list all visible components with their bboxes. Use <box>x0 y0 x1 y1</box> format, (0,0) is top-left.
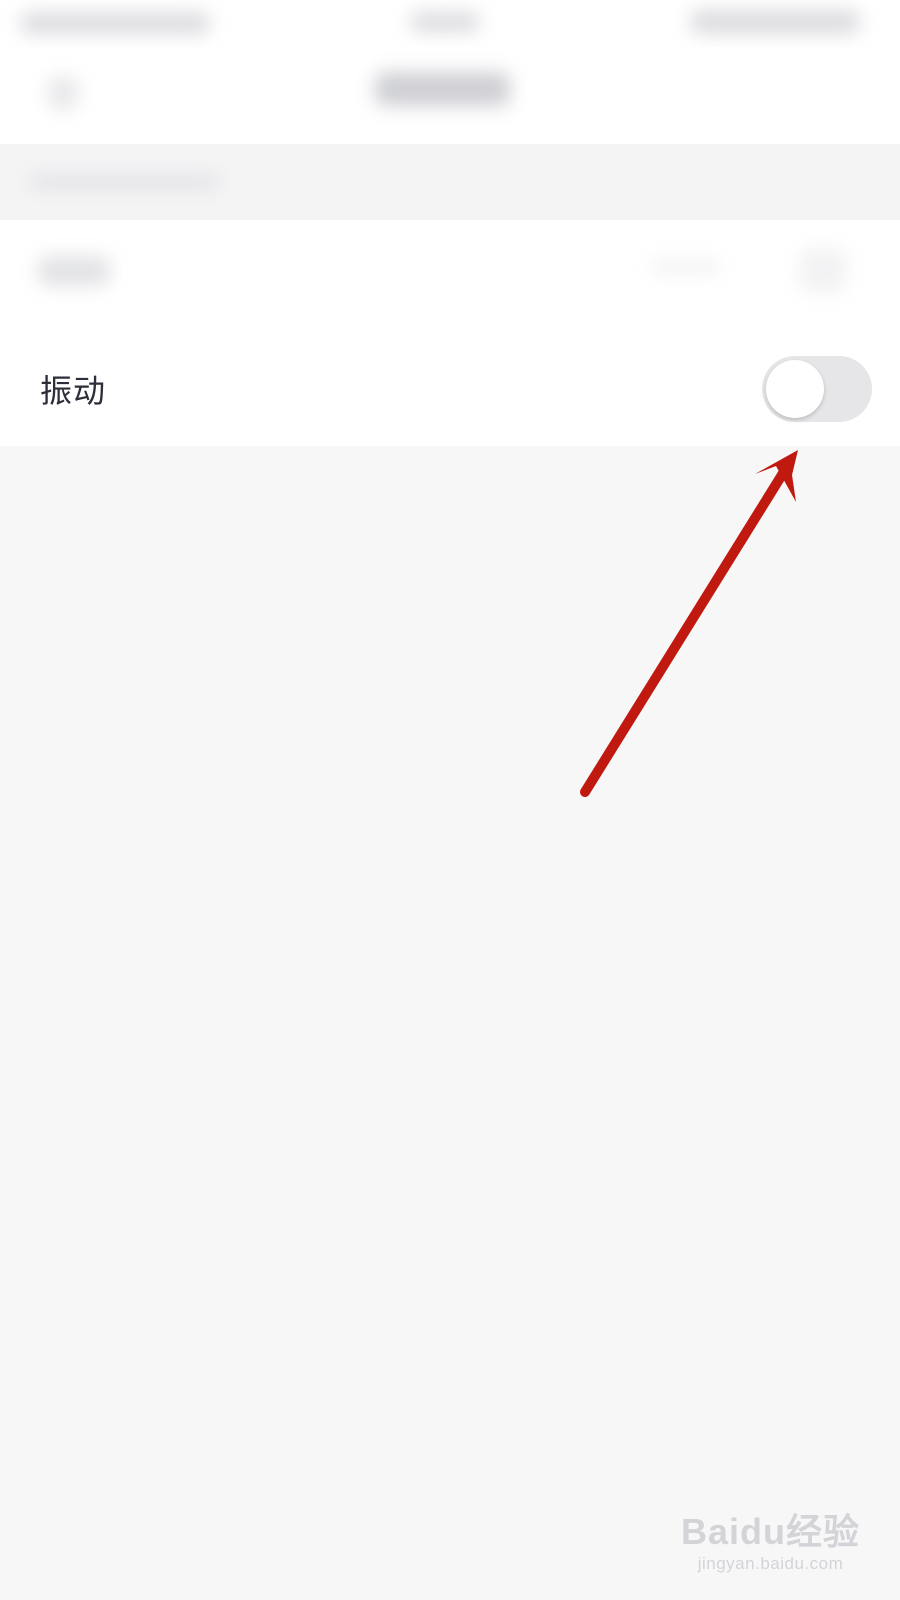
navigation-bar <box>0 48 900 144</box>
page-title-blur <box>375 72 510 106</box>
annotation-arrow-shaft <box>580 465 790 797</box>
watermark-url: jingyan.baidu.com <box>697 1554 844 1573</box>
settings-row-label-blur <box>38 256 110 286</box>
section-header <box>0 144 900 220</box>
settings-row-blurred[interactable] <box>0 220 900 332</box>
watermark-logo: Baidu经验 <box>680 1511 860 1552</box>
annotation-arrow-head <box>755 450 798 502</box>
status-bar <box>0 0 900 48</box>
status-bar-left-blur <box>20 12 210 34</box>
status-bar-center-blur <box>410 12 480 32</box>
status-bar-right-blur <box>690 10 860 34</box>
vibration-toggle[interactable] <box>762 356 872 422</box>
toggle-knob <box>766 360 824 418</box>
vibration-label: 振动 <box>40 372 107 410</box>
settings-row-value-blur <box>650 260 720 274</box>
chevron-right-icon <box>800 248 846 292</box>
back-arrow-icon[interactable] <box>48 76 78 110</box>
vibration-setting-row[interactable]: 振动 <box>0 332 900 446</box>
section-header-text-blur <box>30 174 220 190</box>
settings-card: 振动 <box>0 220 900 446</box>
baidu-jingyan-watermark: Baidu经验 jingyan.baidu.com <box>681 1514 860 1574</box>
